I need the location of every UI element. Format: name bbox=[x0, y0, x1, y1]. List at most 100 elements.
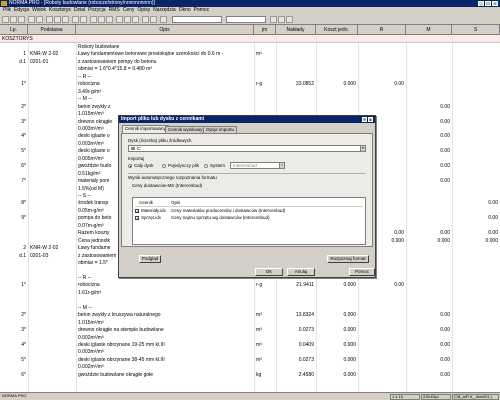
chevron-down-icon[interactable]: ▼ bbox=[360, 146, 365, 151]
minimize-button[interactable]: _ bbox=[478, 1, 484, 6]
open-icon[interactable] bbox=[10, 16, 17, 23]
cell-jm[interactable]: m³ bbox=[256, 312, 274, 318]
help-icon[interactable] bbox=[286, 16, 293, 23]
list-item-name[interactable]: Materiały.idx bbox=[141, 208, 166, 213]
cell-lp[interactable]: 2 bbox=[0, 245, 26, 251]
cell-koszt[interactable]: 0.000 bbox=[316, 282, 356, 288]
cell-m[interactable]: 0.00 bbox=[406, 133, 450, 139]
radio-all-label[interactable]: Cały dysk bbox=[134, 163, 154, 168]
chart-icon[interactable] bbox=[150, 16, 157, 23]
list-item-name[interactable]: Sprzęt.idx bbox=[141, 215, 161, 220]
cell-m[interactable]: 0.000 bbox=[406, 238, 450, 244]
settings-icon[interactable] bbox=[160, 16, 167, 23]
cell-naklady[interactable]: 2.4580 bbox=[276, 372, 314, 378]
cell-lp[interactable]: 6* bbox=[0, 372, 26, 378]
cell-opis[interactable]: drewno okrągłe na stemple budowlane bbox=[78, 327, 253, 333]
cell-naklady[interactable]: 21.9411 bbox=[276, 282, 314, 288]
tab-opcje-importu[interactable]: Opcje importu bbox=[203, 126, 238, 133]
cell-opis[interactable]: 1.015m³/m³ bbox=[78, 320, 253, 326]
style-select[interactable] bbox=[172, 16, 222, 23]
undo-icon[interactable] bbox=[72, 16, 79, 23]
copy-icon[interactable] bbox=[54, 16, 61, 23]
italic-icon[interactable] bbox=[278, 16, 285, 23]
cell-opis[interactable]: robocizna bbox=[78, 81, 253, 87]
cell-m[interactable]: 0.00 bbox=[406, 372, 450, 378]
cell-lp[interactable]: 3* bbox=[0, 327, 26, 333]
col-header-podstawa[interactable]: Podstawa bbox=[28, 25, 76, 35]
cell-opis[interactable]: beton zwykły z kruszywa naturalnego bbox=[78, 312, 253, 318]
cell-naklady[interactable]: 0.0409 bbox=[276, 342, 314, 348]
cell-lp[interactable]: 2* bbox=[0, 104, 26, 110]
menu-item[interactable]: Okno bbox=[179, 7, 191, 14]
chevron-down-icon[interactable]: ▼ bbox=[279, 163, 284, 168]
section-row[interactable]: KOSZTORYS bbox=[0, 35, 500, 43]
path-combo[interactable]: C: ▼ bbox=[128, 145, 366, 152]
cell-opis[interactable]: deski iglaste obrzynane 38-45 mm kl.III bbox=[78, 357, 253, 363]
list-header-opis[interactable]: Opis bbox=[171, 200, 180, 205]
col-header-jm[interactable]: jm bbox=[254, 25, 276, 35]
menu-item[interactable]: Narzędzia bbox=[153, 7, 176, 14]
redo-icon[interactable] bbox=[80, 16, 87, 23]
radio-system-label[interactable]: System bbox=[210, 163, 225, 168]
cell-podstawa[interactable]: 0201-01 bbox=[30, 59, 75, 65]
calc-icon[interactable] bbox=[106, 16, 113, 23]
cell-opis[interactable]: Ławy fundamentowe betonowe prostokątne s… bbox=[78, 51, 253, 57]
menu-item[interactable]: RMS bbox=[109, 7, 120, 14]
close-button[interactable]: × bbox=[492, 1, 498, 6]
checkbox-materialy[interactable]: ✓ bbox=[135, 209, 139, 214]
cell-jm[interactable]: kg bbox=[256, 372, 274, 378]
cell-s[interactable]: 0.00 bbox=[452, 215, 498, 221]
list-icon[interactable] bbox=[116, 16, 123, 23]
cell-naklady[interactable]: 33.0852 bbox=[276, 81, 314, 87]
radio-system[interactable] bbox=[204, 164, 208, 168]
col-header-r[interactable]: R bbox=[358, 25, 406, 35]
col-header-lp[interactable]: Lp. bbox=[0, 25, 28, 35]
cell-naklady[interactable]: 13.8324 bbox=[276, 312, 314, 318]
cell-lp[interactable]: 7* bbox=[0, 178, 26, 184]
cell-lp[interactable]: 5* bbox=[0, 148, 26, 154]
cell-m[interactable]: 0.00 bbox=[406, 104, 450, 110]
col-header-opis[interactable]: Opis bbox=[76, 25, 254, 35]
cell-lp[interactable]: 1* bbox=[0, 282, 26, 288]
system-combo[interactable]: Intercenbud ▼ bbox=[230, 162, 285, 169]
col-header-naklady[interactable]: Nakłady bbox=[276, 25, 316, 35]
cell-jm[interactable]: r-g bbox=[256, 282, 274, 288]
radio-all[interactable] bbox=[128, 164, 132, 168]
menu-item[interactable]: Dział bbox=[74, 7, 85, 14]
cell-s[interactable]: 0.00 bbox=[452, 200, 498, 206]
cell-lp[interactable]: 6* bbox=[0, 163, 26, 169]
cell-opis[interactable]: 0.002m³/m³ bbox=[78, 364, 253, 370]
cell-lp[interactable]: 1* bbox=[0, 81, 26, 87]
menu-item[interactable]: Opisy bbox=[137, 7, 150, 14]
paste-icon[interactable] bbox=[62, 16, 69, 23]
radio-single-label[interactable]: Pojedynczy plik bbox=[168, 163, 199, 168]
new-icon[interactable] bbox=[2, 16, 9, 23]
cell-koszt[interactable]: 0.000 bbox=[316, 342, 356, 348]
cell-podstawa[interactable]: 0201-03 bbox=[30, 253, 75, 259]
cell-lp[interactable]: 9* bbox=[0, 215, 26, 221]
cell-podstawa[interactable]: KNR-W 2-02 bbox=[30, 51, 75, 57]
cell-koszt[interactable]: 0.000 bbox=[316, 327, 356, 333]
cell-jm[interactable]: m³ bbox=[256, 342, 274, 348]
menu-item[interactable]: Pozycja bbox=[88, 7, 106, 14]
cell-lp[interactable]: d.1 bbox=[0, 59, 26, 65]
checkbox-sprzet[interactable]: ✓ bbox=[135, 216, 139, 221]
cennik-list[interactable]: Cennik Opis ✓ Materiały.idx Ceny materia… bbox=[132, 197, 366, 245]
detect-format-button[interactable]: Rozpoznaj format bbox=[327, 255, 369, 263]
menu-item[interactable]: Plik bbox=[3, 7, 11, 14]
cell-lp[interactable]: d.1 bbox=[0, 253, 26, 259]
menu-item[interactable]: Widok bbox=[32, 7, 46, 14]
cell-opis[interactable]: z zastosowaniem pompy do betonu bbox=[78, 59, 253, 65]
menu-item[interactable]: Edycja bbox=[14, 7, 29, 14]
col-header-m[interactable]: M bbox=[406, 25, 452, 35]
print-icon[interactable] bbox=[28, 16, 35, 23]
cell-m[interactable]: 0.00 bbox=[406, 163, 450, 169]
cell-opis[interactable]: -- M -- bbox=[78, 305, 253, 311]
cell-r[interactable]: 0.00 bbox=[358, 81, 404, 87]
cell-opis[interactable]: -- R -- bbox=[78, 74, 253, 80]
cell-opis[interactable]: -- M -- bbox=[78, 96, 253, 102]
cell-opis[interactable]: gwoździe budowlane okrągłe gołe bbox=[78, 372, 253, 378]
cell-naklady[interactable]: 0.0273 bbox=[276, 357, 314, 363]
cell-lp[interactable]: 4* bbox=[0, 342, 26, 348]
filter-icon[interactable] bbox=[132, 16, 139, 23]
